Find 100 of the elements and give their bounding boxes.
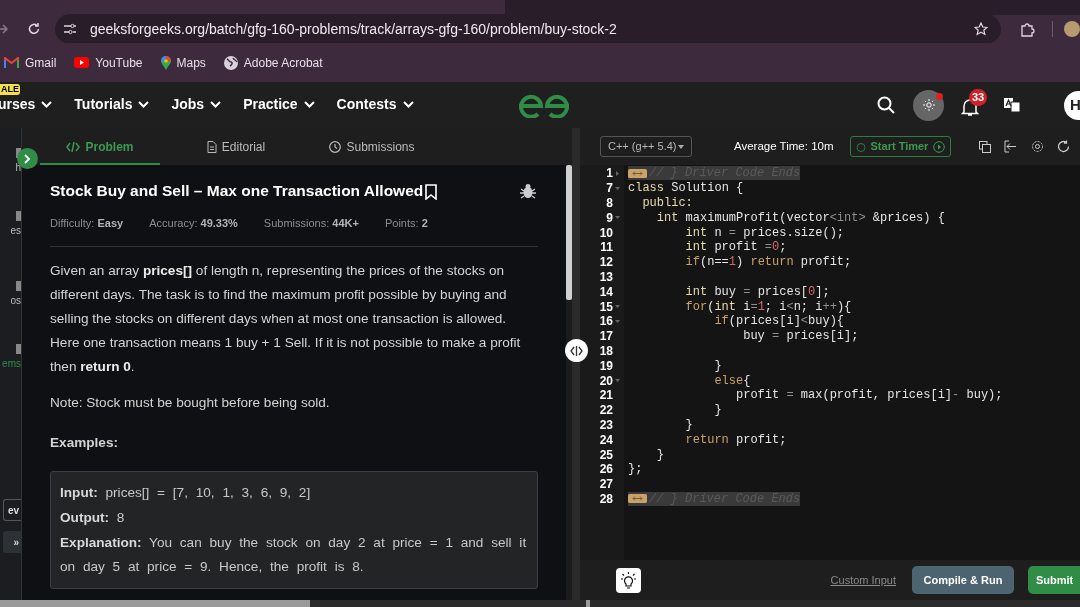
sidebar-icon (16, 281, 21, 291)
code-line: } (684, 417, 694, 433)
line-number: 18 (599, 343, 613, 358)
sidebar-item[interactable]: es (10, 223, 21, 238)
code-line: int n = prices.size(); (684, 225, 846, 240)
average-time: Average Time: 10m (734, 138, 834, 154)
notification-count: 33 (969, 89, 988, 106)
copy-icon[interactable] (979, 140, 992, 153)
problem-tab[interactable]: Editorial (176, 131, 296, 165)
bookmark-link[interactable]: Gmail (4, 53, 57, 72)
site-info-icon[interactable] (62, 23, 77, 35)
bookmark-link[interactable]: YouTube (74, 53, 143, 72)
scrollbar[interactable] (566, 165, 572, 600)
hint-button[interactable] (616, 567, 641, 593)
line-number: 28 (599, 491, 613, 506)
submit-button[interactable]: Submit (1028, 566, 1080, 594)
sidebar-item[interactable]: h (15, 160, 21, 175)
reset-icon[interactable] (1057, 140, 1071, 153)
code-line: int maximumProfit(vector<int> &prices) { (655, 210, 946, 226)
chevron-down-icon (303, 100, 315, 108)
mail-icon (4, 57, 19, 68)
code-line: } (713, 358, 723, 374)
sidebar-item[interactable]: os (10, 293, 21, 308)
line-number: 15 (599, 299, 613, 314)
code-icon (66, 142, 81, 152)
theme-toggle[interactable] (913, 89, 944, 121)
code-line: profit = max(profit, prices[i]- buy); (735, 387, 1004, 403)
globe-icon (223, 55, 238, 70)
line-number: 13 (599, 269, 613, 284)
line-number: 12 (599, 255, 613, 270)
nav-menu-item[interactable]: Tutorials (74, 93, 150, 115)
forward-icon[interactable] (0, 23, 8, 35)
line-number: 25 (599, 447, 613, 462)
problem-description: Given an array prices[] of length n, representing the prices of the stocks on different days. The task is to find the maximum profit possible by buying and selling the stocks on different days when at most one transaction is allowed. Here one transaction means 1 buy + 1 Sell. If it is not possible to make a profit then return 0. (50, 261, 522, 376)
sidebar-button[interactable]: ev (3, 499, 21, 521)
fold-widget-icon[interactable] (628, 168, 647, 178)
user-avatar[interactable]: H (1064, 90, 1080, 120)
chevron-down-icon (402, 100, 414, 108)
line-number: 16 (599, 314, 613, 329)
fold-open-icon[interactable] (615, 319, 620, 323)
code-line: buy = prices[i]; (742, 328, 860, 344)
code-line: int buy = prices[0]; (684, 284, 831, 300)
fold-open-icon[interactable] (615, 186, 620, 190)
code-line: int profit =0; (684, 240, 788, 255)
sidebar-item[interactable]: ems (2, 356, 21, 371)
splitter-bar[interactable] (572, 128, 580, 600)
sale-badge: ALE (0, 84, 20, 95)
line-number: 11 (600, 240, 613, 255)
fold-open-icon[interactable] (615, 305, 620, 309)
line-number: 14 (599, 284, 613, 299)
custom-input-link[interactable]: Custom Input (830, 571, 896, 589)
problem-stat: Submissions: 44K+ (263, 216, 359, 232)
problem-tab[interactable]: Submissions (312, 131, 432, 165)
start-timer-button[interactable]: Start Timer (849, 136, 952, 157)
settings-icon[interactable] (1031, 140, 1045, 153)
bookmark-link[interactable]: Adobe Acrobat (223, 53, 323, 72)
bookmark-icon[interactable] (425, 184, 438, 201)
bookmark-link[interactable]: Maps (160, 53, 206, 72)
nav-menu-item[interactable]: Jobs (171, 93, 222, 115)
examples-heading: Examples: (50, 434, 119, 453)
sidebar-button[interactable]: » (3, 531, 21, 553)
nav-menu-item[interactable]: Practice (243, 93, 315, 115)
extensions-icon[interactable] (1020, 21, 1035, 37)
bookmark-star-icon[interactable] (974, 22, 988, 36)
line-number: 10 (599, 225, 613, 240)
language-dropdown[interactable]: C++ (g++ 5.4) (600, 136, 692, 157)
line-number: 7 (606, 181, 613, 196)
compile-run-button[interactable]: Compile & Run (912, 566, 1014, 594)
code-line: return profit; (684, 432, 788, 448)
code-line: else{ (713, 373, 752, 388)
profile-avatar[interactable] (1064, 21, 1080, 37)
bug-report-icon[interactable] (520, 182, 536, 199)
chevron-down-icon (41, 100, 53, 108)
line-number: 17 (599, 329, 613, 344)
code-line: if(n==1) return profit; (684, 254, 853, 270)
line-number: 26 (599, 462, 613, 477)
translate-icon[interactable] (1004, 97, 1020, 113)
code-line: class Solution { (627, 180, 745, 196)
problem-stat: Points: 2 (384, 216, 428, 232)
note-text: Note: Stock must be bought before being sold. (50, 393, 331, 412)
horizontal-scrollbar[interactable] (0, 600, 1080, 607)
fold-open-icon[interactable] (615, 216, 620, 220)
example-line: Explanation: You can buy the stock on day 2 at price = 1 and sell it on day 5 at price = 9. Hence, the profit is 8. (60, 533, 528, 576)
reload-icon[interactable] (27, 22, 41, 36)
import-icon[interactable] (1004, 140, 1018, 153)
search-icon[interactable] (877, 96, 895, 114)
line-number: 20 (599, 373, 613, 388)
code-line: } (713, 402, 723, 418)
fold-closed-icon[interactable] (616, 170, 619, 176)
play-icon (74, 57, 90, 68)
fold-open-icon[interactable] (615, 379, 620, 383)
sun-icon (922, 99, 935, 111)
gfg-logo[interactable] (516, 92, 572, 118)
nav-menu-item[interactable]: Contests (336, 93, 414, 115)
address-bar[interactable]: geeksforgeeks.org/batch/gfg-160-problems/track/arrays-gfg-160/problem/buy-stock-2 (54, 14, 1001, 44)
chevron-down-icon (138, 100, 150, 108)
code-line: }; (627, 461, 644, 477)
problem-tab[interactable]: Problem (40, 131, 160, 165)
fold-widget-icon[interactable] (628, 494, 647, 504)
dropdown-caret-icon (677, 144, 684, 149)
